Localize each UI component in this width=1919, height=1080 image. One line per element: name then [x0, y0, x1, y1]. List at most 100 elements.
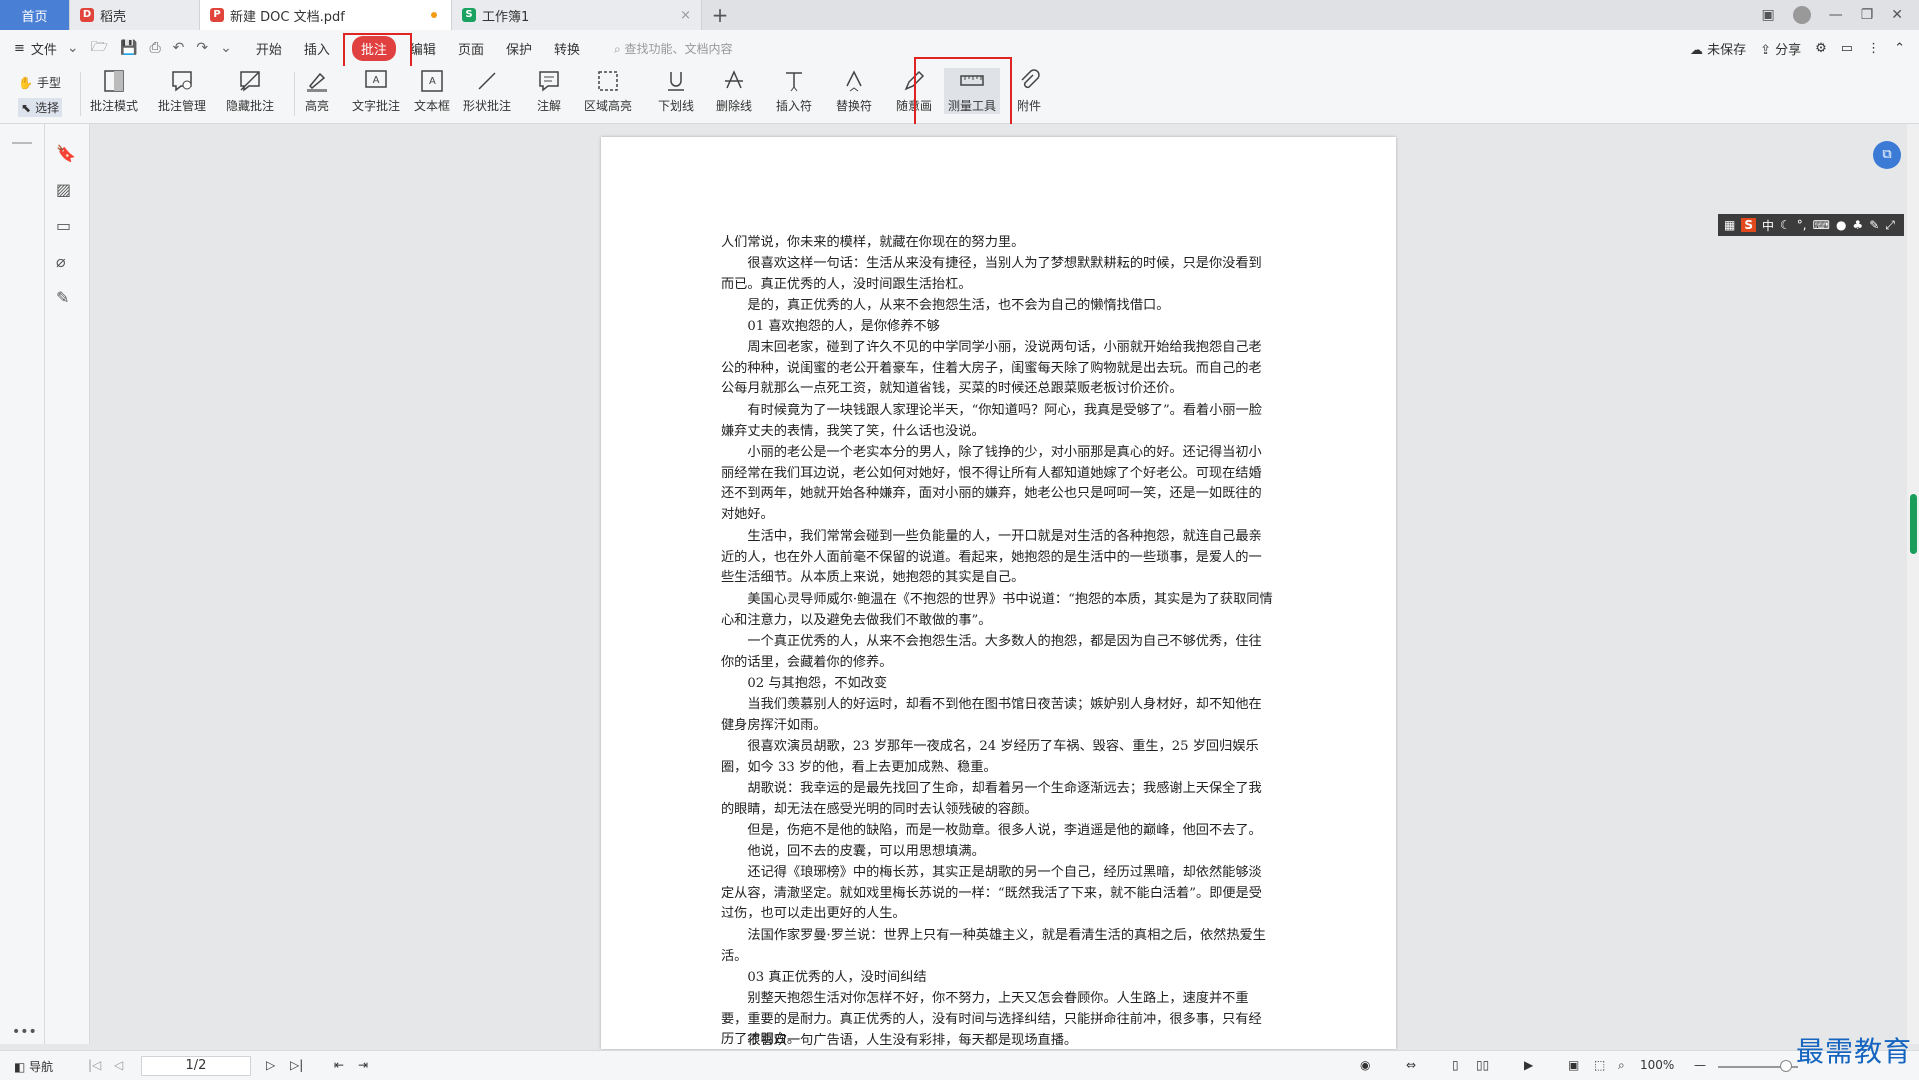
nav-button[interactable]: ◧ 导航: [14, 1058, 53, 1075]
left-sidebar: 🔖 ▨ ▭ ⌀ ✎ •••: [0, 124, 90, 1044]
keyboard-icon[interactable]: ⌨: [1813, 218, 1830, 232]
expand-icon[interactable]: ⤢: [1885, 218, 1895, 233]
play-icon[interactable]: ▶: [1524, 1058, 1533, 1072]
thumbnail-icon[interactable]: ▨: [56, 180, 76, 200]
menu-page[interactable]: 页面: [458, 39, 484, 58]
eye-icon[interactable]: ◉: [1360, 1058, 1370, 1072]
wrench-icon[interactable]: ✎: [1869, 218, 1879, 232]
unsaved-button[interactable]: ☁ 未保存: [1690, 39, 1746, 58]
underline-button[interactable]: 下划线: [658, 68, 694, 114]
ime-toolbar[interactable]: ▦ S 中 ☾ °, ⌨ ● ♣ ✎ ⤢: [1718, 214, 1904, 236]
attachments-icon[interactable]: ⌀: [56, 252, 76, 272]
tab-workbook-label: 工作簿1: [482, 9, 530, 25]
comment-icon[interactable]: ▭: [1841, 41, 1853, 56]
drag-handle-icon[interactable]: [12, 142, 32, 144]
doc-paragraph: 法国作家罗曼·罗兰说：世界上只有一种英雄主义，就是看清生活的真相之后，依然热爱生…: [721, 928, 1266, 964]
actual-size-icon[interactable]: ▣: [1568, 1058, 1579, 1072]
highlight-button[interactable]: 高亮: [304, 68, 330, 114]
area-highlight-button[interactable]: 区域高亮: [584, 68, 632, 114]
attachment-button[interactable]: 附件: [1016, 68, 1042, 114]
text-annotation-button[interactable]: A 文字批注: [352, 68, 400, 114]
annotate-manage-button[interactable]: 批注管理: [158, 68, 206, 114]
page-number-input[interactable]: 1/2: [141, 1056, 251, 1076]
comments-icon[interactable]: ▭: [56, 216, 76, 236]
chevron-down-icon[interactable]: ⌄: [67, 40, 79, 56]
last-page-icon[interactable]: ▷|: [290, 1058, 303, 1072]
menu-edit[interactable]: 编辑: [410, 39, 436, 58]
note-button[interactable]: 注解: [536, 68, 562, 114]
floating-tool-button[interactable]: ⧉: [1873, 141, 1901, 169]
bookmark-icon[interactable]: 🔖: [56, 144, 76, 164]
minimize-icon[interactable]: —: [1829, 7, 1843, 23]
menu-convert[interactable]: 转换: [554, 39, 580, 58]
new-tab-button[interactable]: +: [702, 0, 738, 30]
next-page-icon[interactable]: ▷: [266, 1058, 275, 1072]
share-button[interactable]: ⇪ 分享: [1760, 39, 1801, 58]
tab-daoke[interactable]: D 稻壳: [70, 0, 200, 30]
hamburger-icon[interactable]: ≡: [14, 41, 25, 56]
replace-caret-button[interactable]: 替换符: [836, 68, 872, 114]
moon-icon[interactable]: ☾: [1780, 218, 1791, 232]
svg-text:A: A: [373, 75, 380, 86]
fit-page-icon[interactable]: ⬚: [1594, 1058, 1605, 1072]
print-icon[interactable]: ⎙: [149, 40, 160, 56]
undo-icon[interactable]: ↶: [173, 40, 185, 56]
textbox-button[interactable]: A 文本框: [414, 68, 450, 114]
open-folder-icon[interactable]: 🗁: [91, 36, 108, 60]
ime-language[interactable]: 中: [1762, 217, 1774, 234]
zoom-icon[interactable]: ⌕: [1618, 1058, 1625, 1073]
tab-workbook[interactable]: S 工作簿1 ×: [452, 0, 702, 30]
punct-icon[interactable]: °,: [1797, 218, 1807, 232]
hide-annotations-button[interactable]: 隐藏批注: [226, 68, 274, 114]
annotate-mode-button[interactable]: 批注模式: [90, 68, 138, 114]
settings-icon[interactable]: ⚙: [1815, 41, 1827, 56]
back-icon[interactable]: ⇤: [334, 1058, 344, 1072]
insert-caret-button[interactable]: 插入符: [776, 68, 812, 114]
paperclip-icon: [1021, 69, 1040, 89]
collapse-ribbon-icon[interactable]: ⌃: [1894, 41, 1905, 56]
tab-pdf-document[interactable]: P 新建 DOC 文档.pdf: [200, 0, 452, 30]
scrollbar-thumb[interactable]: [1910, 494, 1917, 554]
menu-file[interactable]: 文件: [31, 39, 57, 58]
shape-annotation-button[interactable]: 形状批注: [463, 68, 511, 114]
two-page-icon[interactable]: ▯▯: [1476, 1058, 1489, 1072]
annotate-mode-label: 批注模式: [90, 99, 139, 113]
tab-home[interactable]: 首页: [0, 0, 70, 30]
redo-icon[interactable]: ↷: [196, 40, 208, 56]
more-dots-icon[interactable]: •••: [12, 1024, 37, 1040]
window-controls: ▣ — ❐ ✕: [1761, 0, 1919, 30]
prev-page-icon[interactable]: ◁: [114, 1058, 123, 1072]
nav-label: 导航: [29, 1060, 54, 1074]
forward-icon[interactable]: ⇥: [358, 1058, 368, 1072]
zoom-out-icon[interactable]: —: [1694, 1058, 1706, 1072]
fit-width-icon[interactable]: ⇔: [1406, 1058, 1416, 1072]
vertical-scrollbar[interactable]: [1907, 124, 1919, 1044]
select-tool-button[interactable]: ⬉ 选择: [18, 98, 63, 117]
strikethrough-button[interactable]: 删除线: [716, 68, 752, 114]
zoom-level[interactable]: 100%: [1640, 1058, 1674, 1072]
zoom-slider-thumb[interactable]: [1780, 1060, 1792, 1072]
signature-icon[interactable]: ✎: [56, 288, 76, 308]
hand-tool-button[interactable]: ✋ 手型: [18, 74, 61, 91]
share-icon: ⇪: [1760, 42, 1776, 58]
layout-icon[interactable]: ▣: [1761, 7, 1774, 23]
skin-icon[interactable]: ♣: [1852, 218, 1863, 232]
more-icon[interactable]: ⋮: [1867, 41, 1880, 56]
avatar[interactable]: [1792, 6, 1811, 24]
save-icon[interactable]: 💾: [120, 40, 137, 56]
close-tab-icon[interactable]: ×: [680, 8, 691, 23]
menu-insert[interactable]: 插入: [304, 39, 330, 58]
restore-icon[interactable]: ❐: [1861, 7, 1874, 23]
top-right-actions: ☁ 未保存 ⇪ 分享 ⚙ ▭ ⋮ ⌃: [1690, 30, 1905, 66]
user-icon[interactable]: ●: [1836, 218, 1846, 232]
new-tab-label: +: [711, 3, 729, 27]
search-box[interactable]: ⌕ 查找功能、文档内容: [614, 40, 733, 57]
menu-start[interactable]: 开始: [256, 39, 282, 58]
strikethrough-icon: [725, 70, 743, 89]
more-chevron-icon[interactable]: ⌄: [220, 40, 232, 56]
ime-grip-icon: ▦: [1724, 218, 1736, 232]
menu-protect[interactable]: 保护: [506, 39, 532, 58]
single-page-icon[interactable]: ▯: [1452, 1058, 1459, 1072]
first-page-icon[interactable]: |◁: [88, 1058, 101, 1072]
close-icon[interactable]: ✕: [1891, 7, 1903, 23]
